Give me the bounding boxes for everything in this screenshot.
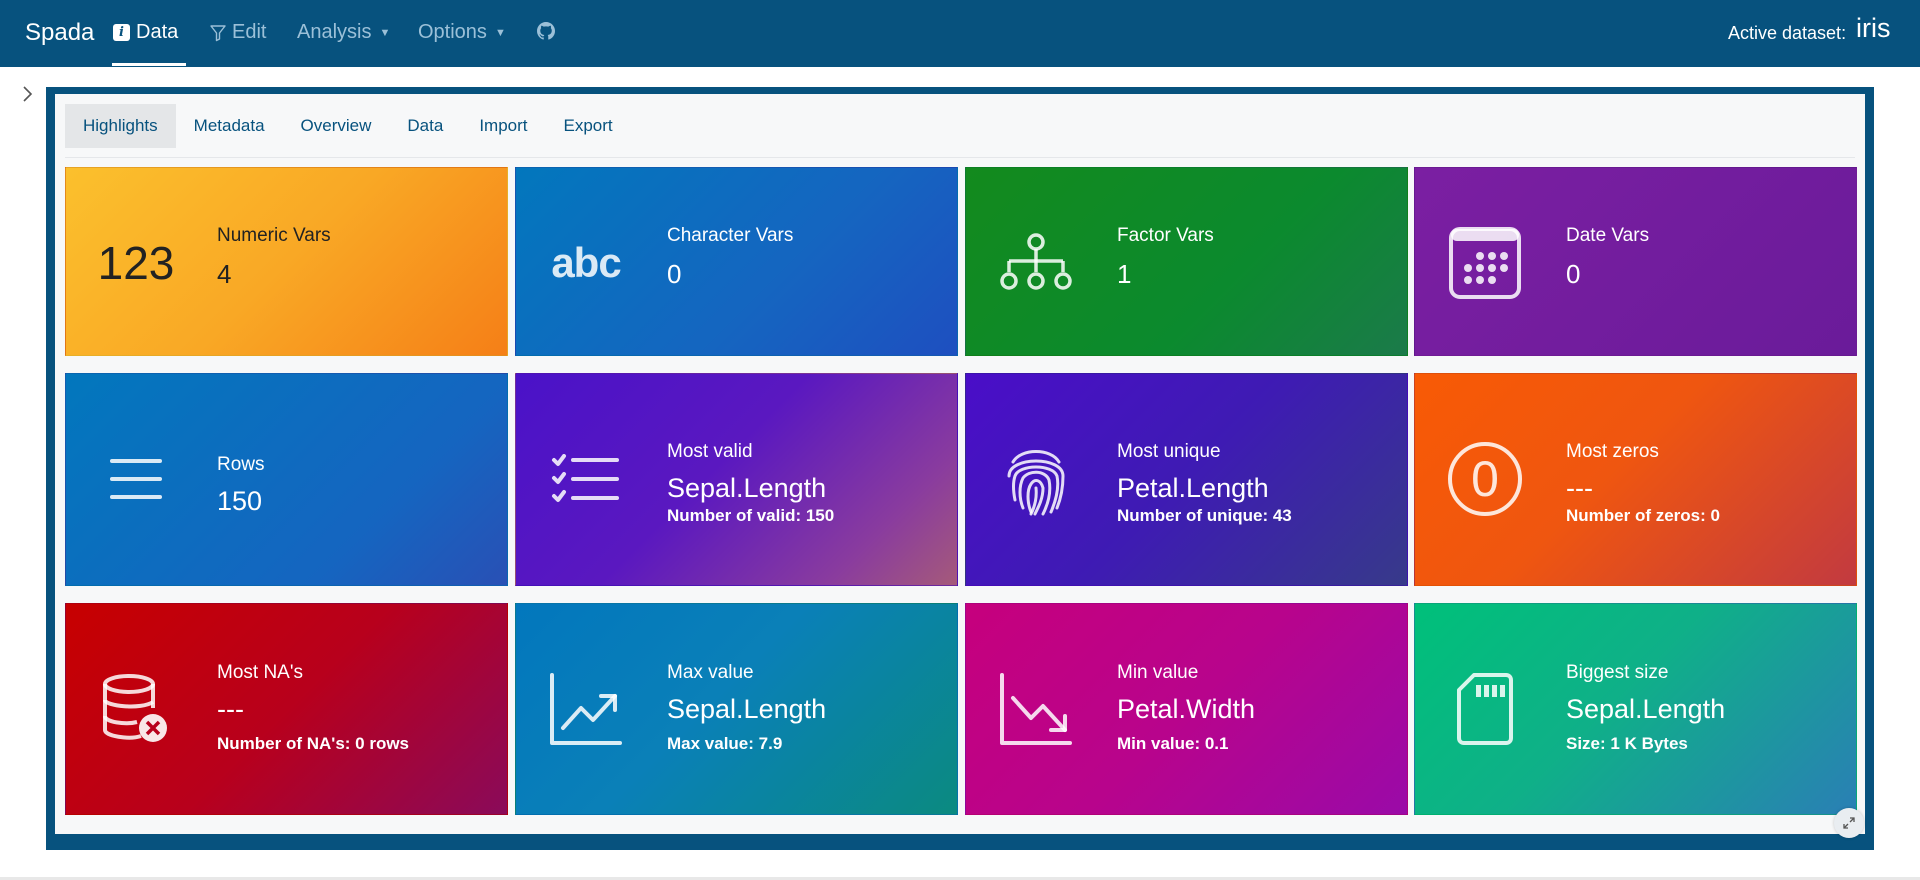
card-detail: Number of unique: 43 xyxy=(1117,506,1292,525)
card-most-na: Most NA's --- Number of NA's: 0 rows xyxy=(65,603,508,815)
card-value: 0 xyxy=(667,259,682,289)
card-value: Sepal.Length xyxy=(667,473,827,503)
card-title: Date Vars xyxy=(1566,225,1650,246)
active-dataset-label: Active dataset: xyxy=(1728,23,1847,43)
card-factor-vars: Factor Vars 1 xyxy=(965,167,1408,356)
nav-edit-label: Edit xyxy=(232,21,267,43)
card-most-valid: Most valid Sepal.Length Number of valid:… xyxy=(515,373,958,586)
nav-github[interactable] xyxy=(537,22,555,40)
card-value: Sepal.Length xyxy=(667,694,827,724)
card-title: Most NA's xyxy=(217,662,303,683)
card-most-unique: Most unique Petal.Length Number of uniqu… xyxy=(965,373,1408,586)
nav-data[interactable]: i Data xyxy=(113,21,178,44)
tab-highlights[interactable]: Highlights xyxy=(65,104,176,148)
tabs-divider xyxy=(65,157,1855,158)
tab-bar: Highlights Metadata Overview Data Import… xyxy=(65,104,631,148)
zero-circle-icon: 0 xyxy=(1442,436,1528,522)
nav-analysis-label: Analysis xyxy=(297,21,372,43)
card-character-vars: abc Character Vars 0 xyxy=(515,167,958,356)
filter-icon xyxy=(210,24,226,41)
tab-overview[interactable]: Overview xyxy=(283,104,390,148)
chart-down-icon xyxy=(993,666,1079,752)
card-detail: Max value: 7.9 xyxy=(667,734,783,753)
card-value: 150 xyxy=(217,486,263,516)
card-title: Min value xyxy=(1117,662,1199,683)
card-value: Petal.Width xyxy=(1117,694,1256,724)
card-title: Numeric Vars xyxy=(217,225,331,246)
nav-edit[interactable]: Edit xyxy=(210,21,266,44)
nav-analysis-dropdown[interactable]: Analysis ▼ xyxy=(297,21,390,44)
card-value: --- xyxy=(1566,473,1593,503)
expand-icon xyxy=(1843,817,1855,829)
chevron-right-icon[interactable] xyxy=(18,83,38,105)
card-value: 4 xyxy=(217,259,232,289)
tab-metadata[interactable]: Metadata xyxy=(176,104,283,148)
card-detail: Min value: 0.1 xyxy=(1117,734,1229,753)
card-title: Max value xyxy=(667,662,754,683)
card-value: 1 xyxy=(1117,259,1132,289)
list-check-icon xyxy=(543,436,629,522)
lines-icon xyxy=(93,436,179,522)
card-numeric-vars: 123 Numeric Vars 4 xyxy=(65,167,508,356)
caret-down-icon: ▼ xyxy=(379,26,391,39)
tab-export[interactable]: Export xyxy=(546,104,631,148)
card-title: Most valid xyxy=(667,441,753,462)
sd-card-icon xyxy=(1442,666,1528,752)
nav-options-dropdown[interactable]: Options ▼ xyxy=(418,21,506,44)
card-title: Rows xyxy=(217,454,265,475)
card-value: --- xyxy=(217,694,244,724)
card-title: Biggest size xyxy=(1566,662,1669,683)
active-dataset-value: iris xyxy=(1856,13,1891,43)
card-date-vars: Date Vars 0 xyxy=(1414,167,1857,356)
info-icon: i xyxy=(113,24,130,41)
card-detail: Size: 1 K Bytes xyxy=(1566,734,1688,753)
nav-data-label: Data xyxy=(136,21,179,43)
database-x-icon xyxy=(93,666,179,752)
caret-down-icon: ▼ xyxy=(494,26,506,39)
card-title: Character Vars xyxy=(667,225,794,246)
card-value: Sepal.Length xyxy=(1566,694,1726,724)
navbar: Spada i Data Edit Analysis ▼ Options ▼ A… xyxy=(0,0,1920,67)
card-value: 0 xyxy=(1566,259,1581,289)
card-detail: Number of NA's: 0 rows xyxy=(217,734,410,753)
chart-up-icon xyxy=(543,666,629,752)
calendar-icon xyxy=(1442,220,1528,306)
brand-title[interactable]: Spada xyxy=(25,19,94,47)
tab-import[interactable]: Import xyxy=(461,104,545,148)
card-title: Most unique xyxy=(1117,441,1221,462)
nav-options-label: Options xyxy=(418,21,487,43)
fingerprint-icon xyxy=(993,436,1079,522)
character-icon: abc xyxy=(551,239,621,286)
sitemap-icon xyxy=(993,220,1079,306)
card-min-value: Min value Petal.Width Min value: 0.1 xyxy=(965,603,1408,815)
card-max-value: Max value Sepal.Length Max value: 7.9 xyxy=(515,603,958,815)
card-rows: Rows 150 xyxy=(65,373,508,586)
card-title: Most zeros xyxy=(1566,441,1659,462)
active-tab-indicator xyxy=(112,63,186,66)
card-detail: Number of valid: 150 xyxy=(667,506,835,525)
card-biggest-size: Biggest size Sepal.Length Size: 1 K Byte… xyxy=(1414,603,1857,815)
tab-data[interactable]: Data xyxy=(389,104,461,148)
card-most-zeros: 0 Most zeros --- Number of zeros: 0 xyxy=(1414,373,1857,586)
numeric-icon: 123 xyxy=(97,237,175,289)
expand-button[interactable] xyxy=(1834,808,1864,838)
card-detail: Number of zeros: 0 xyxy=(1566,506,1720,525)
github-icon xyxy=(537,22,555,40)
card-title: Factor Vars xyxy=(1117,225,1214,246)
card-value: Petal.Length xyxy=(1117,473,1269,503)
